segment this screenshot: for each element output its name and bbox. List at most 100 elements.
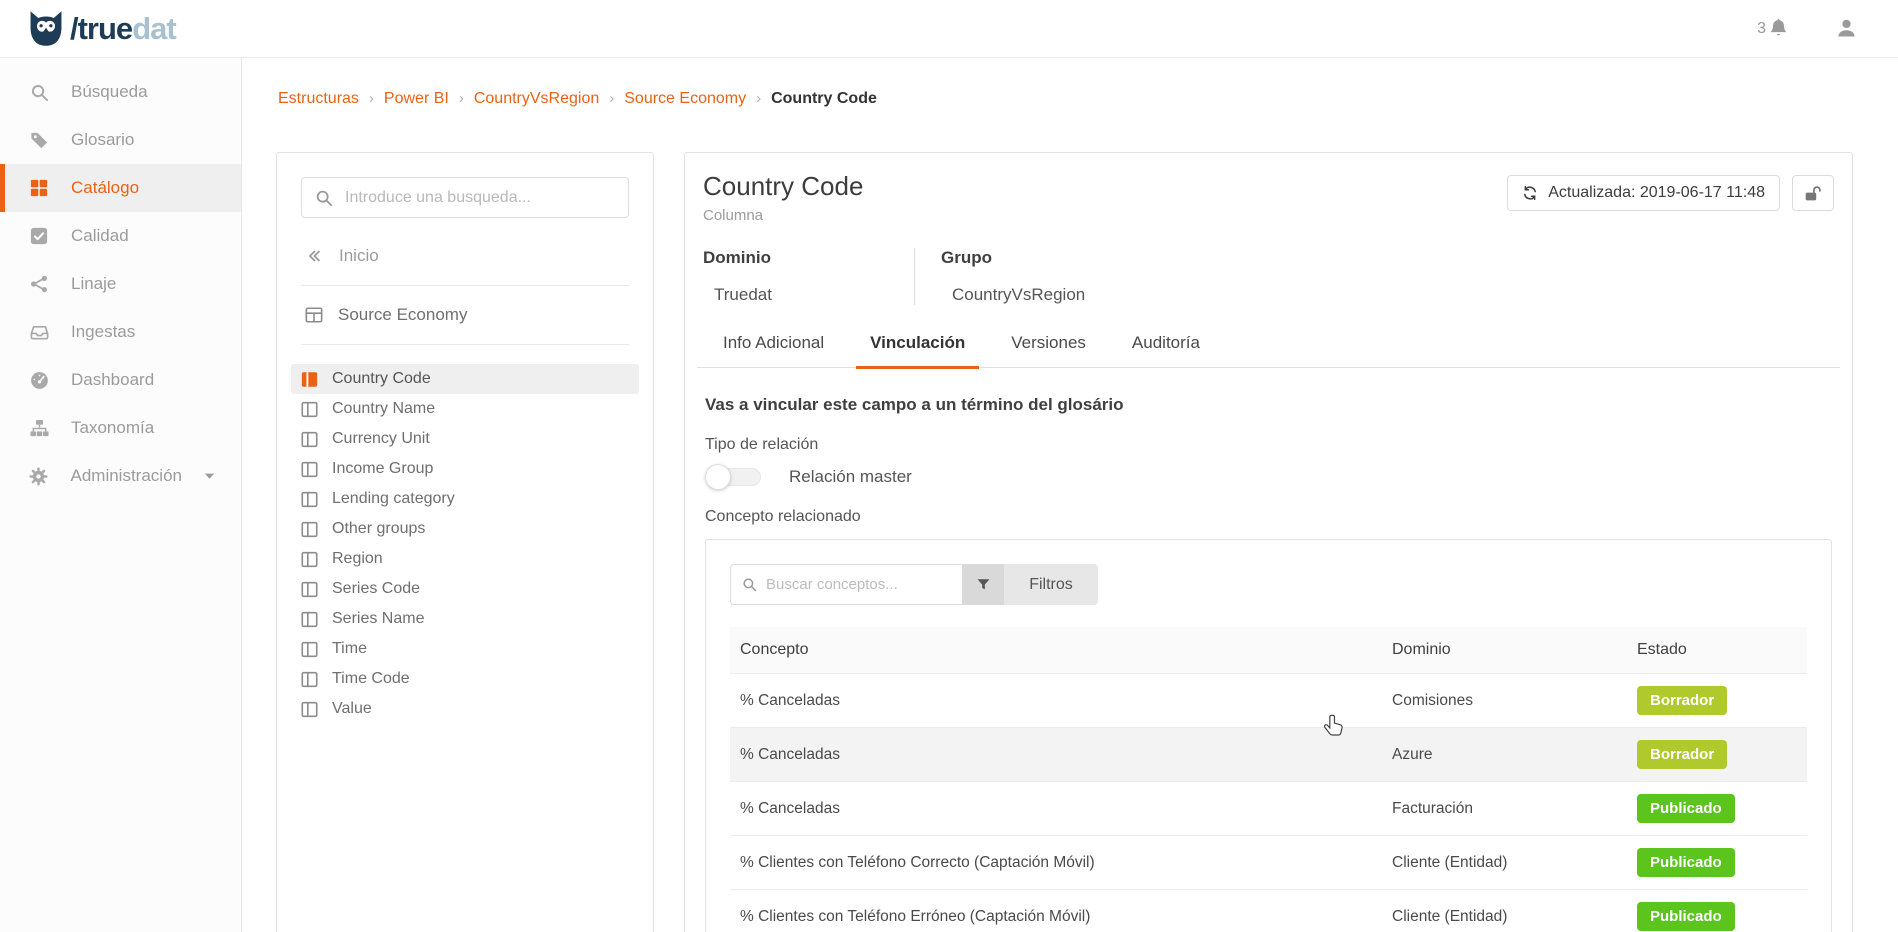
structure-column-item-country-name[interactable]: Country Name [291,394,639,424]
related-concepts-container: Filtros ConceptoDominioEstado % Cancelad… [705,539,1832,932]
breadcrumb-link[interactable]: Source Economy [624,90,746,107]
column-icon [301,611,318,628]
structure-column-item-time[interactable]: Time [291,634,639,664]
sidebar-item-label: Ingestas [71,322,135,342]
column-icon [301,461,318,478]
breadcrumb-link[interactable]: CountryVsRegion [474,90,599,107]
table-header-cell-dominio: Dominio [1382,641,1627,659]
concept-search-input[interactable] [766,576,951,593]
breadcrumb-separator: › [449,90,474,107]
structure-column-item-series-code[interactable]: Series Code [291,574,639,604]
sidebar-item-administracion[interactable]: Administración [0,452,241,500]
column-icon [301,491,318,508]
cell-concepto: % Canceladas [730,692,1382,710]
notifications-button[interactable]: 3 [1757,18,1789,39]
sidebar-item-linaje[interactable]: Linaje [0,260,241,308]
table-row[interactable]: % Canceladas Azure Borrador [730,727,1807,781]
sidebar-item-taxonomia[interactable]: Taxonomía [0,404,241,452]
structure-search-input[interactable] [345,189,615,207]
back-label: Inicio [339,246,379,266]
user-menu-button[interactable] [1835,17,1858,40]
breadcrumb-link[interactable]: Estructuras [278,90,359,107]
bell-icon [1768,18,1789,39]
chevron-down-icon [204,472,215,480]
tab-auditoria[interactable]: Auditoría [1118,327,1214,367]
parent-structure-item[interactable]: Source Economy [301,305,629,325]
tab-vinculacion[interactable]: Vinculación [856,327,979,369]
column-label: Region [332,550,383,568]
lock-toggle-button[interactable] [1792,175,1834,211]
filter-funnel-button[interactable] [962,564,1004,605]
table-row[interactable]: % Clientes con Teléfono Correcto (Captac… [730,835,1807,889]
structure-column-item-income-group[interactable]: Income Group [291,454,639,484]
unlock-icon [1803,184,1823,203]
sidebar-item-glosario[interactable]: Glosario [0,116,241,164]
breadcrumb-link[interactable]: Power BI [384,90,449,107]
sidebar-item-dashboard[interactable]: Dashboard [0,356,241,404]
sidebar-item-label: Taxonomía [71,418,154,438]
table-row[interactable]: % Canceladas Comisiones Borrador [730,673,1807,727]
status-badge[interactable]: Publicado [1637,848,1735,877]
tab-versiones[interactable]: Versiones [997,327,1100,367]
column-label: Country Code [332,370,431,388]
table-row[interactable]: % Clientes con Teléfono Erróneo (Captaci… [730,889,1807,932]
brand-wordmark: /truedat [70,13,176,44]
column-label: Time Code [332,670,410,688]
divider [301,285,629,286]
column-label: Currency Unit [332,430,430,448]
divider [301,344,629,345]
status-badge[interactable]: Publicado [1637,794,1735,823]
column-icon [301,401,318,418]
column-label: Income Group [332,460,433,478]
status-badge[interactable]: Borrador [1637,686,1727,715]
column-icon [301,431,318,448]
meta-grupo: Grupo CountryVsRegion [915,248,1115,305]
sidebar-item-ingestas[interactable]: Ingestas [0,308,241,356]
cell-estado: Publicado [1627,794,1807,823]
structure-type-label: Columna [703,207,863,224]
cell-dominio: Cliente (Entidad) [1382,854,1627,872]
structure-column-item-time-code[interactable]: Time Code [291,664,639,694]
status-badge[interactable]: Publicado [1637,902,1735,931]
structure-column-item-currency-unit[interactable]: Currency Unit [291,424,639,454]
structure-column-item-other-groups[interactable]: Other groups [291,514,639,544]
table-row[interactable]: % Canceladas Facturación Publicado [730,781,1807,835]
structure-column-item-lending-category[interactable]: Lending category [291,484,639,514]
table-icon [305,306,323,324]
meta-label: Grupo [941,248,1085,268]
metadata-row: Dominio Truedat Grupo CountryVsRegion [697,248,1840,305]
column-icon [301,371,318,388]
filters-button[interactable]: Filtros [1004,564,1098,605]
cell-estado: Publicado [1627,902,1807,931]
structure-column-item-region[interactable]: Region [291,544,639,574]
tab-info-adicional[interactable]: Info Adicional [709,327,838,367]
truedat-logo[interactable]: /truedat [26,10,176,47]
cell-estado: Borrador [1627,740,1807,769]
gauge-icon [29,370,49,390]
sidebar-item-catalogo[interactable]: Catálogo [0,164,241,212]
relation-master-toggle[interactable] [705,468,761,486]
sidebar-item-label: Glosario [71,130,134,150]
column-icon [301,521,318,538]
sidebar-item-calidad[interactable]: Calidad [0,212,241,260]
meta-dominio: Dominio Truedat [703,248,915,305]
column-icon [301,671,318,688]
link-section: Vas a vincular este campo a un término d… [697,395,1840,932]
structure-column-item-value[interactable]: Value [291,694,639,724]
structure-column-item-series-name[interactable]: Series Name [291,604,639,634]
updated-at-label: Actualizada: 2019-06-17 11:48 [1548,184,1765,202]
column-label: Lending category [332,490,455,508]
updated-at-button[interactable]: Actualizada: 2019-06-17 11:48 [1507,175,1780,211]
search-icon [29,82,49,102]
back-to-home[interactable]: Inicio [301,246,629,266]
cell-estado: Publicado [1627,848,1807,877]
meta-label: Dominio [703,248,884,268]
sidebar-item-busqueda[interactable]: Búsqueda [0,68,241,116]
column-label: Other groups [332,520,425,538]
column-icon [301,551,318,568]
cell-dominio: Comisiones [1382,692,1627,710]
cell-concepto: % Clientes con Teléfono Erróneo (Captaci… [730,908,1382,926]
breadcrumb-separator: › [746,90,771,107]
status-badge[interactable]: Borrador [1637,740,1727,769]
structure-column-item-country-code[interactable]: Country Code [291,364,639,394]
